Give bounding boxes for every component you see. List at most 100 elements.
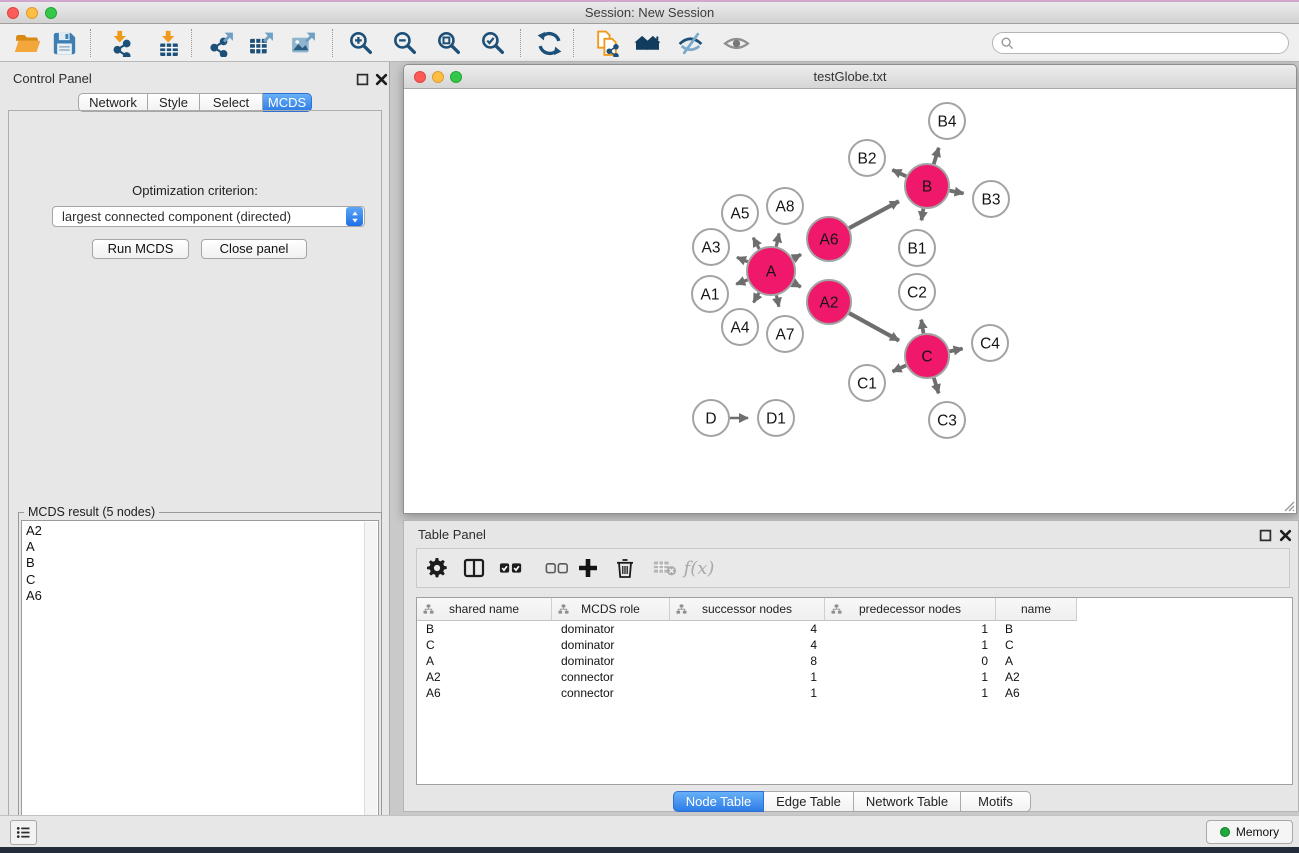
deselect-all-rows-icon[interactable] — [540, 552, 574, 584]
edge-B-B3[interactable] — [950, 191, 964, 194]
graph-node-A1[interactable]: A1 — [692, 276, 728, 312]
graph-node-A5[interactable]: A5 — [722, 195, 758, 231]
float-table-panel-icon[interactable] — [1259, 529, 1272, 542]
show-selected-icon[interactable] — [718, 27, 754, 59]
graph-node-C3[interactable]: C3 — [929, 402, 965, 438]
zoom-fit-icon[interactable] — [431, 27, 467, 59]
graph-node-C2[interactable]: C2 — [899, 274, 935, 310]
result-list-scrollbar[interactable] — [364, 522, 377, 843]
graph-node-A[interactable]: A — [747, 247, 795, 295]
criterion-select[interactable]: largest connected component (directed) — [52, 206, 365, 227]
import-table-icon[interactable] — [150, 27, 186, 59]
result-list-item[interactable]: A — [22, 539, 364, 555]
zoom-in-icon[interactable] — [343, 27, 379, 59]
tab-network-table[interactable]: Network Table — [854, 791, 961, 812]
graph-node-A2[interactable]: A2 — [807, 280, 851, 324]
result-list-item[interactable]: A6 — [22, 588, 364, 604]
svg-text:C: C — [921, 349, 932, 366]
edge-A-A5[interactable] — [753, 238, 759, 249]
memory-button[interactable]: Memory — [1206, 820, 1293, 844]
network-graph[interactable]: B4 B2 B B3 A5A8A6 A3 B1 A C2 A1 A2 A4A7 C4 C C1 D D1 C3 — [404, 89, 1296, 513]
close-panel-icon[interactable] — [375, 73, 388, 86]
graph-node-C1[interactable]: C1 — [849, 365, 885, 401]
column-header-name[interactable]: name — [996, 598, 1077, 621]
tab-edge-table[interactable]: Edge Table — [764, 791, 854, 812]
result-list-item[interactable]: A2 — [22, 523, 364, 539]
column-header-predecessor-nodes[interactable]: predecessor nodes — [825, 598, 996, 621]
edge-A6-B[interactable] — [849, 201, 899, 228]
search-box[interactable] — [992, 32, 1289, 54]
graph-node-A8[interactable]: A8 — [767, 188, 803, 224]
network-canvas[interactable]: B4 B2 B B3 A5A8A6 A3 B1 A C2 A1 A2 A4A7 C4 C C1 D D1 C3 — [404, 89, 1296, 513]
graph-node-B3[interactable]: B3 — [973, 181, 1009, 217]
edge-A2-C[interactable] — [849, 313, 899, 340]
result-list-item[interactable]: B — [22, 555, 364, 571]
window-resize-grip[interactable] — [1282, 499, 1295, 512]
graph-node-B4[interactable]: B4 — [929, 103, 965, 139]
run-mcds-button[interactable]: Run MCDS — [92, 239, 189, 259]
import-network-icon[interactable] — [103, 27, 139, 59]
graph-node-B1[interactable]: B1 — [899, 230, 935, 266]
edge-A-A8[interactable] — [776, 233, 779, 246]
zoom-selected-icon[interactable] — [475, 27, 511, 59]
network-window-titlebar[interactable]: testGlobe.txt — [404, 65, 1296, 89]
graph-node-A4[interactable]: A4 — [722, 309, 758, 345]
table-row[interactable]: Bdominator41B — [417, 621, 1292, 637]
save-session-icon[interactable] — [46, 27, 82, 59]
graph-node-D[interactable]: D — [693, 400, 729, 436]
graph-node-B2[interactable]: B2 — [849, 140, 885, 176]
export-network-icon[interactable] — [203, 27, 239, 59]
edge-C-C1[interactable] — [893, 365, 906, 371]
tab-node-table[interactable]: Node Table — [673, 791, 764, 812]
graph-node-B[interactable]: B — [905, 164, 949, 208]
graph-node-A3[interactable]: A3 — [693, 229, 729, 265]
edge-A-A3[interactable] — [737, 257, 748, 261]
table-row[interactable]: A6connector11A6 — [417, 685, 1292, 701]
edge-C-C3[interactable] — [934, 378, 939, 393]
select-all-rows-icon[interactable] — [494, 552, 528, 584]
table-row[interactable]: Adominator80A — [417, 653, 1292, 669]
export-table-icon[interactable] — [243, 27, 279, 59]
column-visibility-icon[interactable] — [457, 552, 491, 584]
table-row[interactable]: Cdominator41C — [417, 637, 1292, 653]
edge-A-A7[interactable] — [776, 295, 779, 306]
graph-node-C4[interactable]: C4 — [972, 325, 1008, 361]
float-panel-icon[interactable] — [356, 73, 369, 86]
task-history-button[interactable] — [10, 820, 37, 845]
new-network-from-selection-icon[interactable] — [589, 27, 625, 59]
edge-B-B1[interactable] — [921, 209, 923, 221]
edge-C-C2[interactable] — [921, 320, 923, 334]
column-header-MCDS-role[interactable]: MCDS role — [552, 598, 670, 621]
export-image-icon[interactable] — [285, 27, 321, 59]
edge-C-C4[interactable] — [950, 349, 963, 352]
svg-text:B1: B1 — [908, 241, 927, 258]
result-list-item[interactable]: C — [22, 572, 364, 588]
zoom-out-icon[interactable] — [387, 27, 423, 59]
column-header-shared-name[interactable]: shared name — [417, 598, 552, 621]
graph-node-C[interactable]: C — [905, 334, 949, 378]
edge-A-A2[interactable] — [793, 283, 801, 287]
edge-B-B4[interactable] — [934, 148, 939, 164]
settings-gear-icon[interactable] — [420, 552, 454, 584]
show-all-networks-icon[interactable] — [629, 27, 665, 59]
graph-node-A6[interactable]: A6 — [807, 217, 851, 261]
function-builder-icon[interactable]: f(x) — [682, 552, 716, 584]
table-row[interactable]: A2connector11A2 — [417, 669, 1292, 685]
graph-node-D1[interactable]: D1 — [758, 400, 794, 436]
delete-columns-icon[interactable] — [608, 552, 642, 584]
edge-B-B2[interactable] — [892, 170, 906, 176]
edge-A-A1[interactable] — [736, 280, 747, 284]
edge-A-A6[interactable] — [793, 254, 801, 258]
hide-selected-icon[interactable] — [672, 27, 708, 59]
delete-table-icon[interactable] — [648, 552, 682, 584]
add-column-icon[interactable] — [571, 552, 605, 584]
graph-node-A7[interactable]: A7 — [767, 316, 803, 352]
search-input[interactable] — [1014, 36, 1288, 51]
column-header-successor-nodes[interactable]: successor nodes — [670, 598, 825, 621]
close-panel-button[interactable]: Close panel — [201, 239, 307, 259]
close-table-panel-icon[interactable] — [1279, 529, 1292, 542]
refresh-icon[interactable] — [531, 27, 567, 59]
open-file-icon[interactable] — [9, 27, 45, 59]
tab-motifs[interactable]: Motifs — [961, 791, 1031, 812]
edge-A-A4[interactable] — [754, 293, 759, 303]
